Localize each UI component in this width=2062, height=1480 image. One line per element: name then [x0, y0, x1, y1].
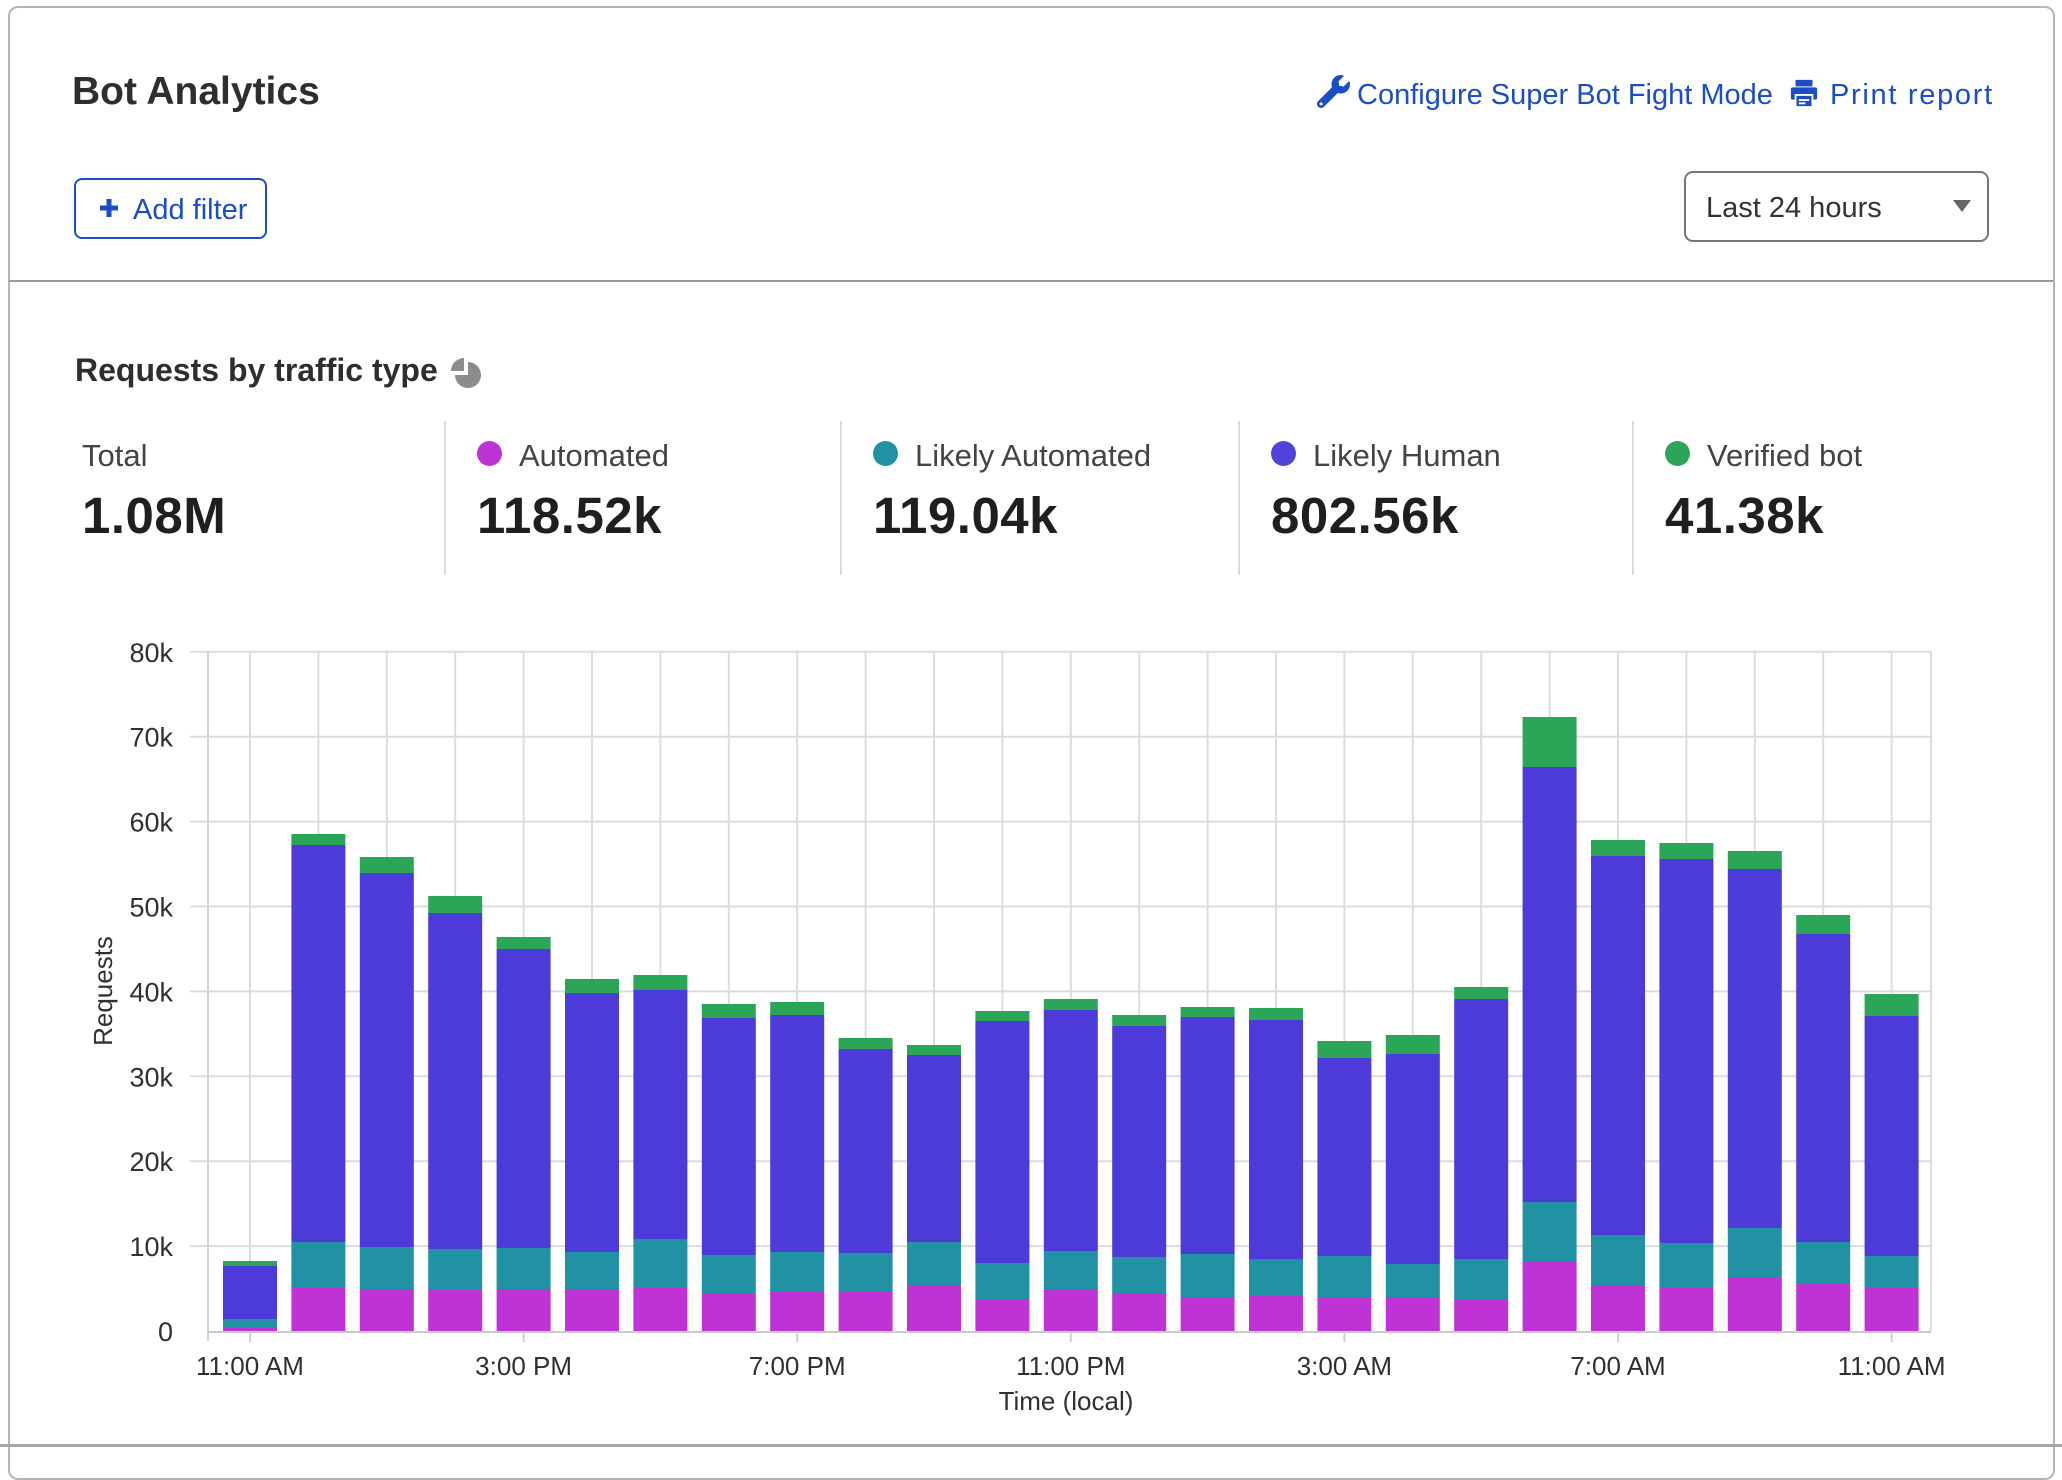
svg-text:11:00 AM: 11:00 AM — [196, 1351, 304, 1381]
svg-text:80k: 80k — [129, 638, 173, 668]
svg-text:40k: 40k — [129, 977, 173, 1007]
svg-text:60k: 60k — [129, 808, 173, 838]
svg-text:11:00 AM: 11:00 AM — [1838, 1351, 1946, 1381]
svg-text:20k: 20k — [129, 1147, 173, 1177]
svg-text:3:00 PM: 3:00 PM — [475, 1351, 572, 1381]
svg-text:Time (local): Time (local) — [999, 1386, 1134, 1416]
svg-text:30k: 30k — [129, 1062, 173, 1092]
svg-text:11:00 PM: 11:00 PM — [1016, 1351, 1125, 1381]
svg-text:10k: 10k — [129, 1232, 173, 1262]
svg-text:50k: 50k — [129, 893, 173, 923]
svg-text:Requests: Requests — [88, 936, 118, 1046]
svg-text:7:00 PM: 7:00 PM — [749, 1351, 846, 1381]
svg-text:0: 0 — [158, 1317, 173, 1347]
svg-text:70k: 70k — [129, 723, 173, 753]
svg-text:3:00 AM: 3:00 AM — [1297, 1351, 1392, 1381]
svg-text:7:00 AM: 7:00 AM — [1570, 1351, 1665, 1381]
